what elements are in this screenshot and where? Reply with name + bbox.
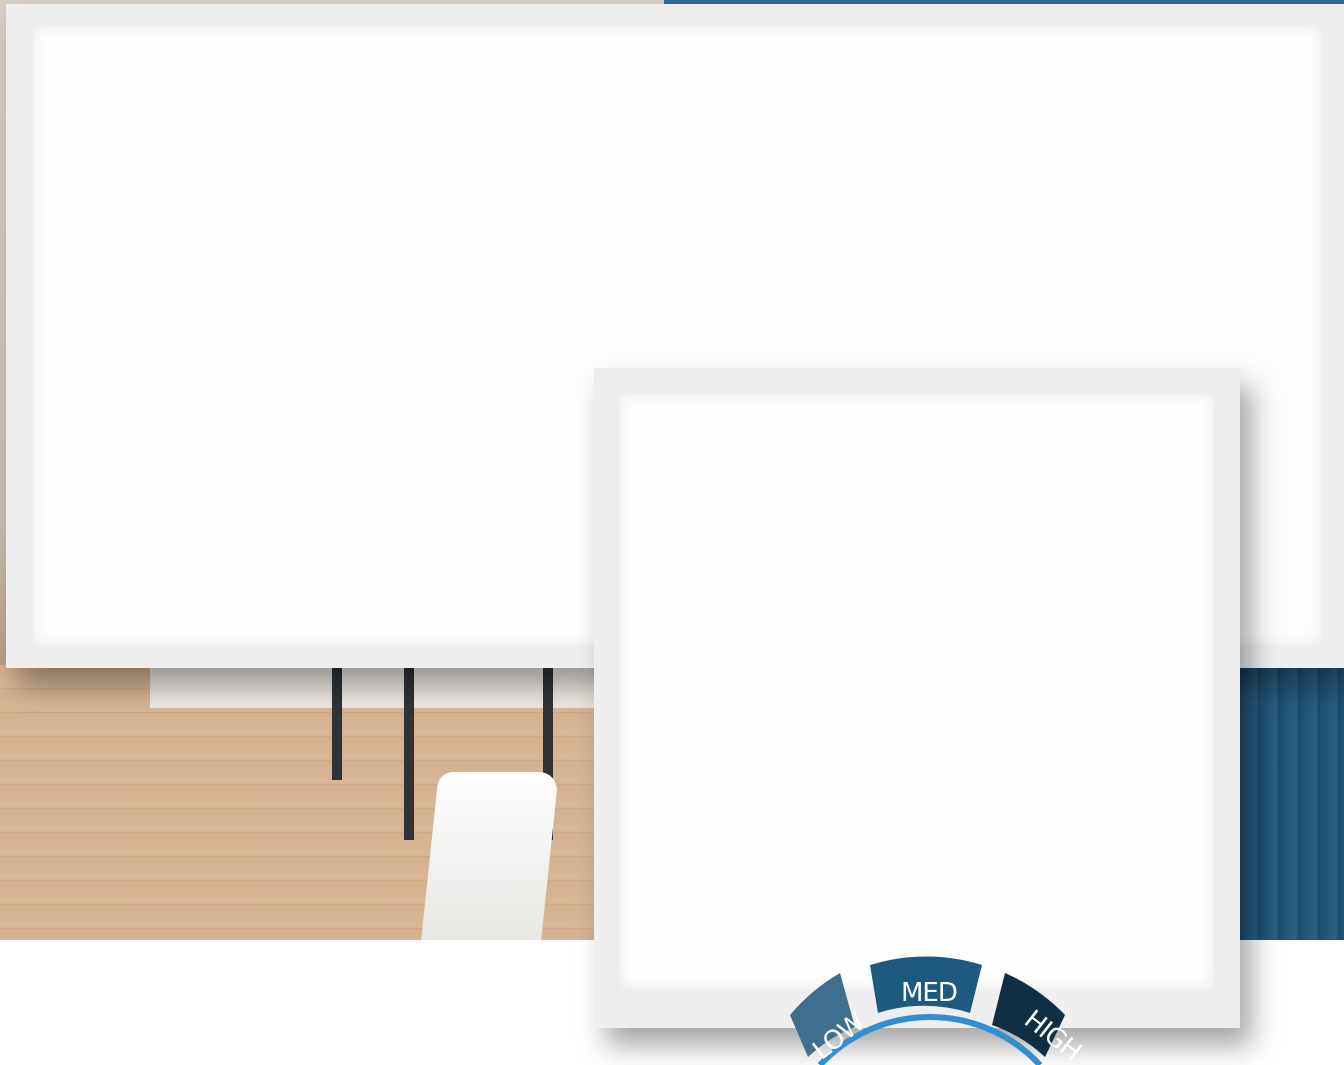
led-panel-square <box>594 368 1240 1028</box>
desk-leg <box>404 668 414 840</box>
desk-leg <box>332 668 342 780</box>
led-panel-diffuser <box>620 394 1214 988</box>
power-selector-dial: MED LOW HIGH <box>760 945 1100 1065</box>
dial-label-med: MED <box>901 978 957 1008</box>
window-frame <box>1240 668 1344 940</box>
white-chair <box>421 772 559 940</box>
